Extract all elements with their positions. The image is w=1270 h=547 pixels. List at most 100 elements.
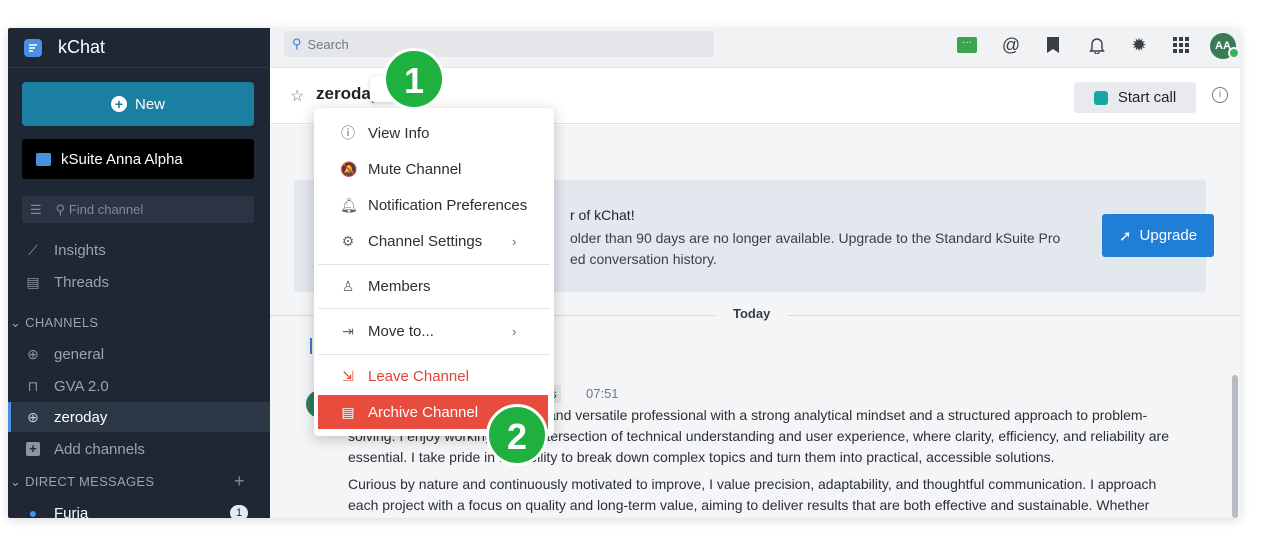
rocket-icon: ➚ xyxy=(1118,227,1132,245)
sidebar: kChat + New kSuite Anna Alpha ☰ ⚲ Find c… xyxy=(8,28,270,518)
filter-icon[interactable]: ☰ xyxy=(30,202,42,218)
search-placeholder: Search xyxy=(307,36,349,52)
find-channel-text: Find channel xyxy=(68,201,144,217)
app-root: kChat + New kSuite Anna Alpha ☰ ⚲ Find c… xyxy=(0,0,1270,547)
app-title: kChat xyxy=(58,37,106,57)
menu-item-label: Leave Channel xyxy=(368,367,469,385)
menu-item-notification-preferences[interactable]: 🔔︎ Notification Preferences xyxy=(314,188,554,222)
apps-grid-icon[interactable] xyxy=(1170,34,1192,56)
start-call-label: Start call xyxy=(1117,89,1177,106)
menu-item-label: Move to... xyxy=(368,322,434,340)
folder-move-icon: ⇥ xyxy=(342,322,354,339)
unread-badge: 1 xyxy=(230,505,248,518)
dm-section-header[interactable]: ⌄ DIRECT MESSAGES xyxy=(10,474,154,490)
menu-item-channel-settings[interactable]: ⚙ Channel Settings › xyxy=(314,224,554,258)
menu-divider xyxy=(318,264,550,265)
sidebar-item-gva[interactable]: ⊓ GVA 2.0 xyxy=(8,371,270,401)
message-line: essential. I take pride in my ability to… xyxy=(348,449,1055,465)
menu-divider xyxy=(318,308,550,309)
dm-section-label: DIRECT MESSAGES xyxy=(25,474,155,489)
menu-item-move-to[interactable]: ⇥ Move to... › xyxy=(314,314,554,348)
mention-icon[interactable]: @ xyxy=(1000,34,1022,56)
channels-section-header[interactable]: ⌄ CHANNELS xyxy=(10,315,98,331)
gear-icon: ⚙ xyxy=(341,232,355,249)
find-channel-input[interactable]: ☰ ⚲ Find channel xyxy=(22,196,254,223)
chevron-right-icon: › xyxy=(512,233,517,249)
star-icon[interactable]: ☆ xyxy=(290,86,304,106)
search-input[interactable]: ⚲ Search xyxy=(284,31,714,57)
message-line: Curious by nature and continuously motiv… xyxy=(348,476,1157,492)
bell-icon[interactable] xyxy=(1086,34,1108,56)
chat-icon xyxy=(36,152,51,166)
add-channels-button[interactable]: + Add channels xyxy=(8,434,270,464)
add-dm-icon[interactable]: + xyxy=(234,471,245,492)
kchat-logo-icon xyxy=(24,38,42,57)
sidebar-item-label: GVA 2.0 xyxy=(54,377,109,395)
chevron-right-icon: › xyxy=(512,323,517,339)
globe-icon: ⊕ xyxy=(27,345,39,362)
start-call-button[interactable]: Start call xyxy=(1074,82,1196,113)
sidebar-item-label: Insights xyxy=(54,241,106,259)
lock-icon: ⊓ xyxy=(27,377,39,394)
find-channel-placeholder: ⚲ Find channel xyxy=(56,202,144,218)
menu-item-label: Notification Preferences xyxy=(368,196,528,214)
menu-item-label: Archive Channel xyxy=(368,403,479,421)
info-icon: ⓘ xyxy=(341,125,355,141)
upgrade-label: Upgrade xyxy=(1139,227,1198,244)
sidebar-item-insights[interactable]: ⟋ Insights xyxy=(8,235,270,265)
sidebar-item-label: general xyxy=(54,345,105,363)
workspace-switcher[interactable]: kSuite Anna Alpha xyxy=(22,139,254,179)
bookmark-icon[interactable] xyxy=(1042,34,1064,56)
status-online-icon xyxy=(1228,47,1240,59)
bell-off-icon: 🔕 xyxy=(340,160,358,177)
chevron-down-icon: ⌄ xyxy=(10,315,22,330)
chat-bubble-icon[interactable]: ··· xyxy=(956,34,978,56)
new-button[interactable]: + New xyxy=(22,82,254,126)
scrollbar[interactable] xyxy=(1232,375,1238,518)
plus-icon: + xyxy=(110,96,127,112)
sidebar-item-zeroday[interactable]: ⊕ zeroday xyxy=(8,402,270,432)
channel-menu: ⓘ View Info 🔕 Mute Channel 🔔︎ Notificati… xyxy=(314,108,554,436)
message-line: each project with a focus on quality and… xyxy=(348,497,1150,513)
menu-item-label: View Info xyxy=(368,124,430,142)
add-channels-label: Add channels xyxy=(54,440,145,458)
gear-icon[interactable]: ✹ xyxy=(1128,34,1150,56)
avatar: ● xyxy=(28,505,38,518)
menu-item-view-info[interactable]: ⓘ View Info xyxy=(314,116,554,150)
channels-section-label: CHANNELS xyxy=(25,315,99,330)
upgrade-button[interactable]: ➚ Upgrade xyxy=(1102,214,1214,257)
date-divider-label: Today xyxy=(715,306,789,321)
menu-item-label: Mute Channel xyxy=(368,160,462,178)
bell-icon: 🔔︎ xyxy=(340,196,358,213)
sidebar-item-label: Threads xyxy=(54,273,110,291)
menu-item-label: Channel Settings xyxy=(368,232,483,250)
menu-item-leave-channel[interactable]: ⇲ Leave Channel xyxy=(314,359,554,393)
user-icon: ♙ xyxy=(341,277,355,294)
app-window: kChat + New kSuite Anna Alpha ☰ ⚲ Find c… xyxy=(8,28,1240,518)
message-time[interactable]: 07:51 xyxy=(586,386,619,401)
menu-item-mute-channel[interactable]: 🔕 Mute Channel xyxy=(314,152,554,186)
unread-marker xyxy=(310,338,312,354)
banner-title: r of kChat! xyxy=(570,207,635,223)
menu-item-members[interactable]: ♙ Members xyxy=(314,269,554,303)
banner-text: older than 90 days are no longer availab… xyxy=(570,228,1090,270)
add-box-icon: + xyxy=(26,442,40,456)
sidebar-item-label: Furia xyxy=(54,504,89,519)
new-button-label: New xyxy=(134,95,165,113)
globe-icon: ⊕ xyxy=(27,408,39,425)
sidebar-item-general[interactable]: ⊕ general xyxy=(8,339,270,369)
exit-icon: ⇲ xyxy=(342,367,354,384)
banner-line: older than 90 days are no longer availab… xyxy=(570,230,1061,246)
search-icon: ⚲ xyxy=(292,36,302,51)
workspace-name: kSuite Anna Alpha xyxy=(61,150,183,168)
info-icon[interactable]: i xyxy=(1212,87,1228,103)
banner-line: ed conversation history. xyxy=(570,251,717,267)
chevron-down-icon: ⌄ xyxy=(10,474,22,489)
step-marker-1: 1 xyxy=(383,48,445,110)
chart-line-icon: ⟋ xyxy=(28,241,38,258)
threads-icon: ▤ xyxy=(26,273,40,290)
sidebar-item-threads[interactable]: ▤ Threads xyxy=(8,267,270,297)
video-call-icon xyxy=(1093,90,1108,105)
search-icon: ⚲ xyxy=(55,201,66,217)
sidebar-item-label: zeroday xyxy=(54,408,108,426)
